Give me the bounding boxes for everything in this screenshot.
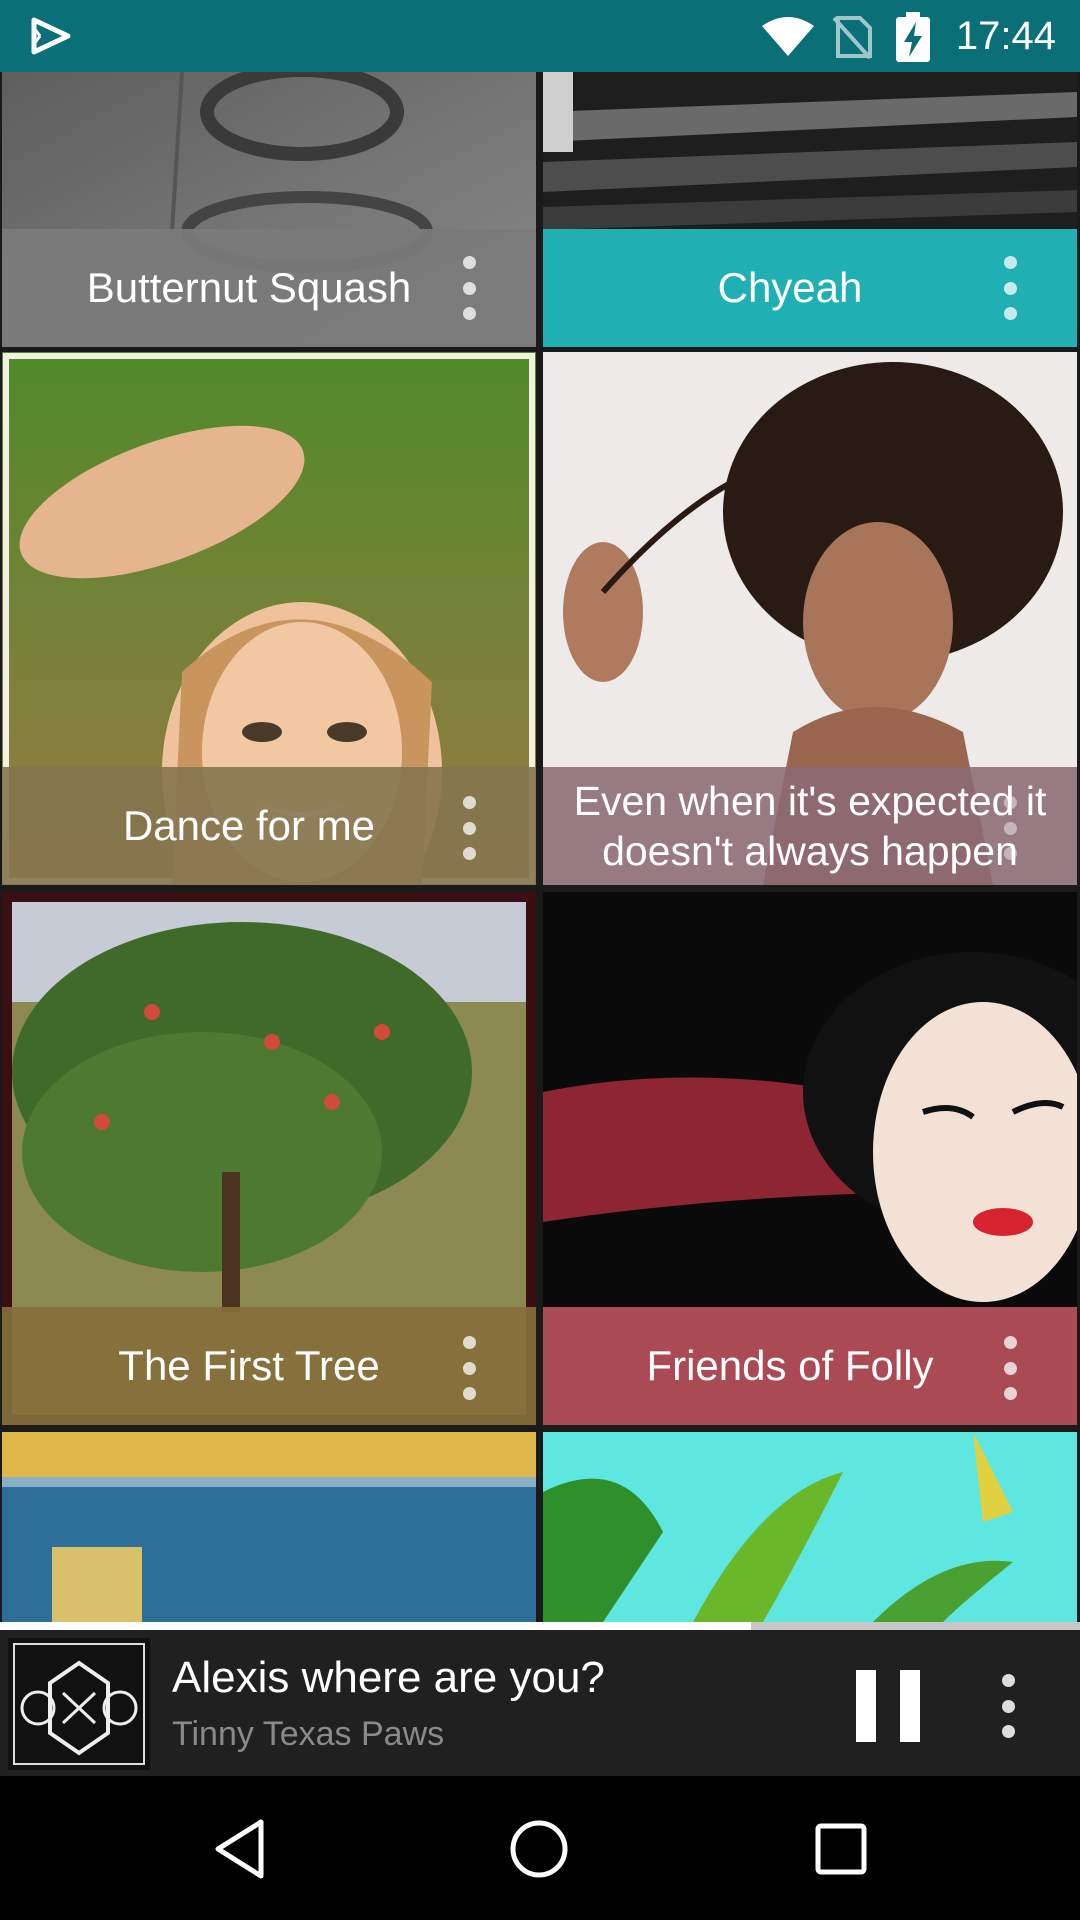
album-tile[interactable] bbox=[2, 1432, 536, 1622]
battery-charging-icon bbox=[896, 12, 930, 62]
more-vert-icon[interactable] bbox=[1003, 796, 1017, 860]
album-tile[interactable]: Friends of Folly bbox=[543, 892, 1077, 1425]
album-tile[interactable]: Butternut Squash bbox=[2, 72, 536, 347]
album-tile[interactable]: The First Tree bbox=[2, 892, 536, 1425]
clock: 17:44 bbox=[955, 14, 1056, 58]
more-vert-icon[interactable] bbox=[1003, 256, 1017, 320]
now-playing-song-title[interactable]: Alexis where are you? bbox=[172, 1652, 605, 1704]
home-icon[interactable] bbox=[504, 1814, 574, 1884]
wifi-icon bbox=[762, 17, 814, 56]
album-tile[interactable]: Dance for me bbox=[2, 352, 536, 885]
navigation-bar bbox=[0, 1776, 1080, 1920]
now-playing-album-art bbox=[8, 1638, 150, 1770]
album-grid[interactable]: Butternut Squash Chyeah Dance for me Eve… bbox=[0, 72, 1080, 1622]
more-vert-icon[interactable] bbox=[1000, 1674, 1016, 1738]
album-caption: The First Tree bbox=[2, 1307, 536, 1425]
playback-progress-bar[interactable] bbox=[0, 1622, 1080, 1630]
album-title: Chyeah bbox=[717, 264, 863, 311]
album-title: Friends of Folly bbox=[646, 1342, 934, 1389]
more-vert-icon[interactable] bbox=[462, 256, 476, 320]
album-caption: Butternut Squash bbox=[2, 229, 536, 347]
no-sim-icon bbox=[832, 16, 872, 60]
pause-icon[interactable] bbox=[856, 1670, 920, 1742]
more-vert-icon[interactable] bbox=[1003, 1336, 1017, 1400]
more-vert-icon[interactable] bbox=[462, 796, 476, 860]
recents-icon[interactable] bbox=[806, 1814, 876, 1884]
album-tile[interactable] bbox=[543, 1432, 1077, 1622]
album-caption: Dance for me bbox=[2, 767, 536, 885]
album-title: Butternut Squash bbox=[86, 264, 412, 311]
status-bar: 17:44 bbox=[0, 0, 1080, 72]
playback-progress-fill bbox=[0, 1622, 751, 1630]
album-title: Even when it's expected it doesn't alway… bbox=[573, 778, 1047, 874]
album-art bbox=[2, 1432, 536, 1622]
now-playing-bar[interactable]: Alexis where are you? Tinny Texas Paws bbox=[0, 1630, 1080, 1776]
album-tile[interactable]: Even when it's expected it doesn't alway… bbox=[543, 352, 1077, 885]
album-caption: Friends of Folly bbox=[543, 1307, 1077, 1425]
back-icon[interactable] bbox=[206, 1814, 276, 1884]
album-title: The First Tree bbox=[118, 1342, 380, 1389]
more-vert-icon[interactable] bbox=[462, 1336, 476, 1400]
album-title: Dance for me bbox=[122, 802, 376, 849]
album-tile[interactable]: Chyeah bbox=[543, 72, 1077, 347]
play-store-icon bbox=[31, 17, 71, 55]
album-caption: Chyeah bbox=[543, 229, 1077, 347]
album-caption: Even when it's expected it doesn't alway… bbox=[543, 767, 1077, 885]
now-playing-artist[interactable]: Tinny Texas Paws bbox=[172, 1714, 444, 1754]
album-art bbox=[543, 1432, 1077, 1622]
